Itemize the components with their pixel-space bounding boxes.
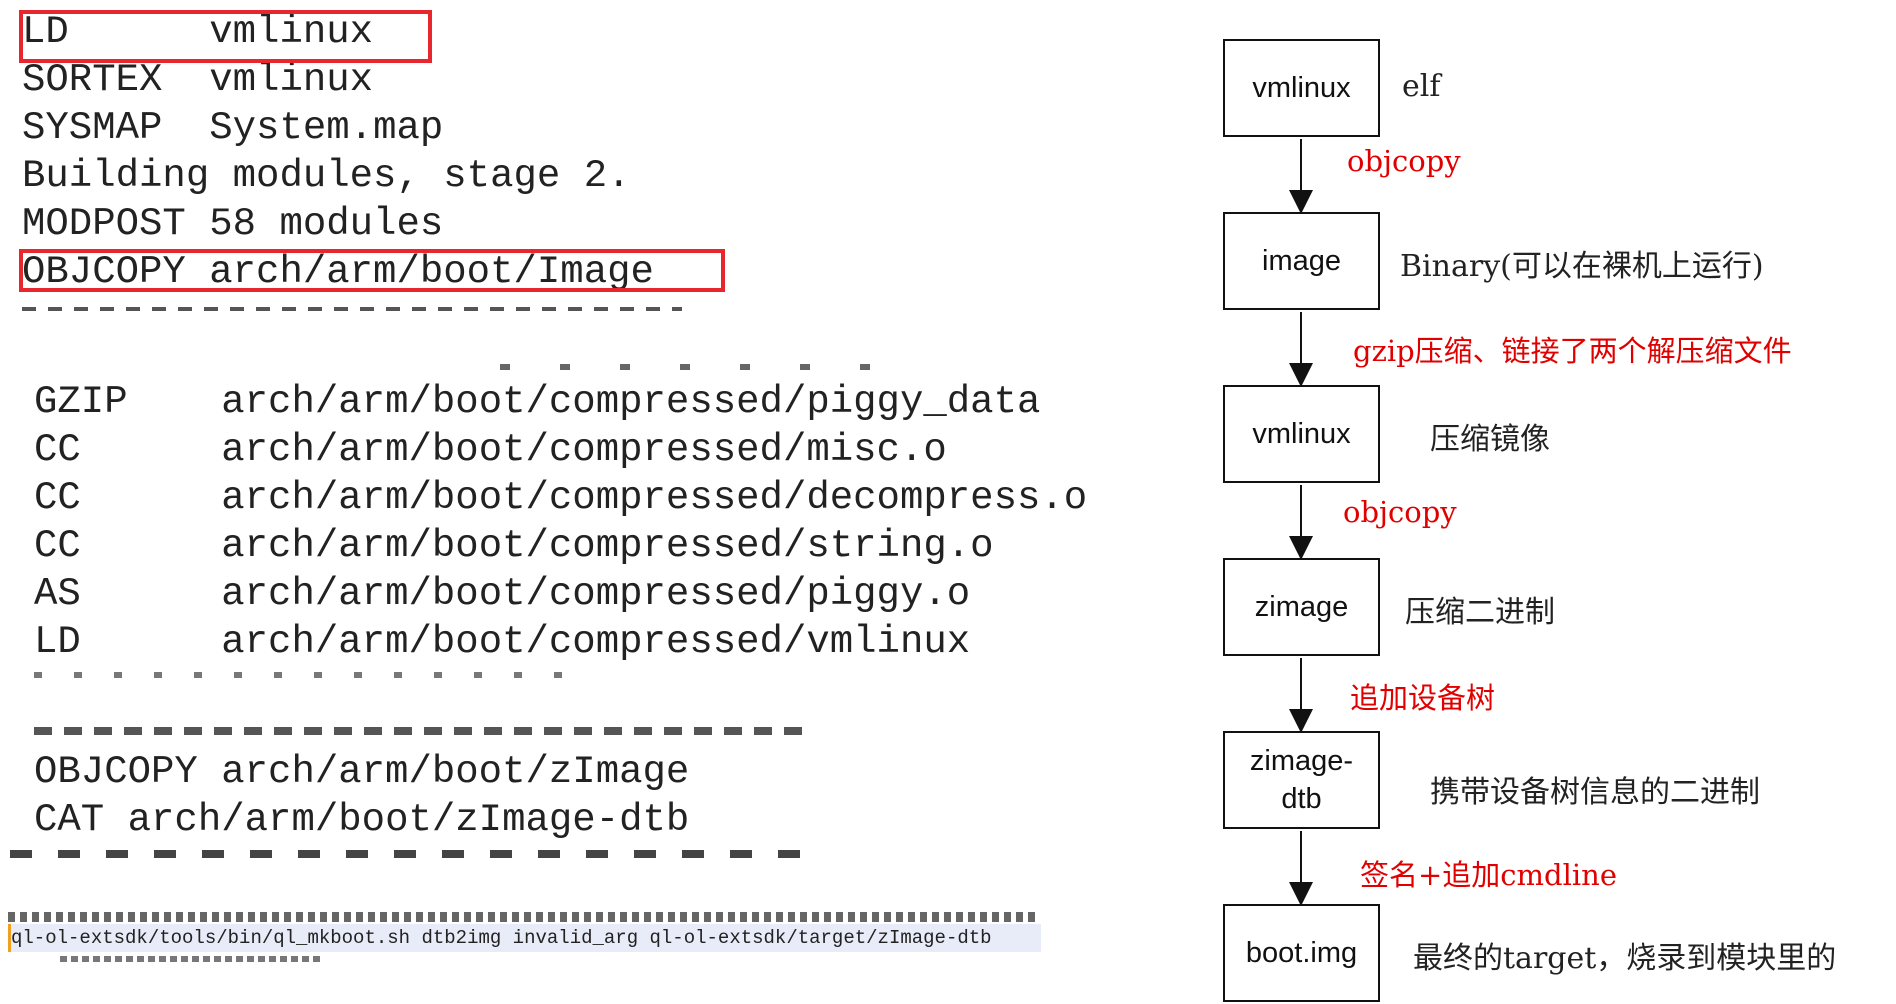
flow-step-label: 追加设备树 [1350,681,1496,715]
flow-node-boot-img: boot.img [1223,904,1380,1002]
flow-node-vmlinux-compressed: vmlinux [1223,385,1380,483]
flow-node-desc: 压缩二进制 [1405,595,1555,630]
flow-node-desc: 携带设备树信息的二进制 [1430,775,1760,810]
flow-node-image: image [1223,212,1380,310]
flow-step-label: objcopy [1347,144,1461,178]
flow-node-vmlinux: vmlinux [1223,39,1380,137]
flow-node-desc: Binary(可以在裸机上运行) [1400,249,1764,284]
flow-node-zimage: zimage [1223,558,1380,656]
flow-node-desc: 最终的target，烧录到模块里的 [1413,941,1837,976]
flow-step-label: 签名+追加cmdline [1360,858,1617,892]
flow-node-desc: 压缩镜像 [1430,422,1550,457]
flow-step-label: gzip压缩、链接了两个解压缩文件 [1353,334,1792,368]
flow-node-desc: elf [1402,69,1441,104]
flow-step-label: objcopy [1343,495,1457,529]
flow-node-zimage-dtb: zimage- dtb [1223,731,1380,829]
